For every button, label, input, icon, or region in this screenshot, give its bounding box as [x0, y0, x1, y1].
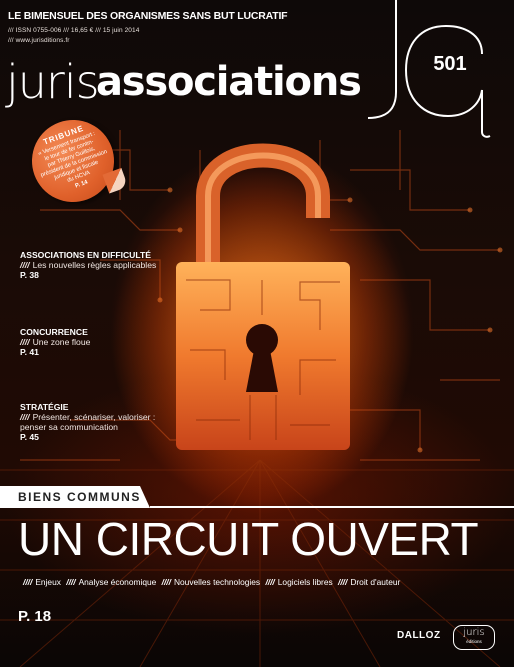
section-page: P. 41 [20, 347, 39, 357]
juris-editions-logo: juris éditions [453, 625, 495, 650]
section-strategie: STRATÉGIE ////Présenter, scénariser, val… [20, 402, 170, 442]
cover-page-ref: P. 18 [18, 608, 52, 625]
dossier-banner: BIENS COMMUNS [0, 486, 514, 508]
topic-item: Droit d'auteur [350, 577, 401, 587]
banner-tab: BIENS COMMUNS [0, 486, 150, 508]
topic-item: Enjeux [35, 577, 61, 587]
section-page: P. 38 [20, 270, 39, 280]
section-subtitle: ////Présenter, scénariser, valoriser : p… [20, 412, 156, 432]
banner-rule [150, 506, 514, 508]
section-heading: ASSOCIATIONS EN DIFFICULTÉ [20, 250, 151, 260]
section-heading: CONCURRENCE [20, 327, 88, 337]
section-heading: STRATÉGIE [20, 402, 69, 412]
topic-item: Analyse économique [78, 577, 157, 587]
topic-list: ////Enjeux ////Analyse économique ////No… [23, 577, 401, 587]
section-associations: ASSOCIATIONS EN DIFFICULTÉ ////Les nouve… [20, 250, 210, 280]
section-concurrence: CONCURRENCE ////Une zone floue P. 41 [20, 327, 210, 357]
topic-item: Logiciels libres [277, 577, 333, 587]
section-subtitle: ////Les nouvelles règles applicables [20, 260, 157, 270]
magazine-cover: LE BIMENSUEL DES ORGANISMES SANS BUT LUC… [0, 0, 514, 667]
section-page: P. 45 [20, 432, 39, 442]
issue-number: 501 [433, 53, 467, 75]
dalloz-logo: DALLOZ [397, 630, 441, 641]
banner-label: BIENS COMMUNS [18, 490, 141, 504]
section-subtitle: ////Une zone floue [20, 337, 91, 347]
topic-item: Nouvelles technologies [173, 577, 261, 587]
cover-headline: UN CIRCUIT OUVERT [18, 513, 479, 565]
